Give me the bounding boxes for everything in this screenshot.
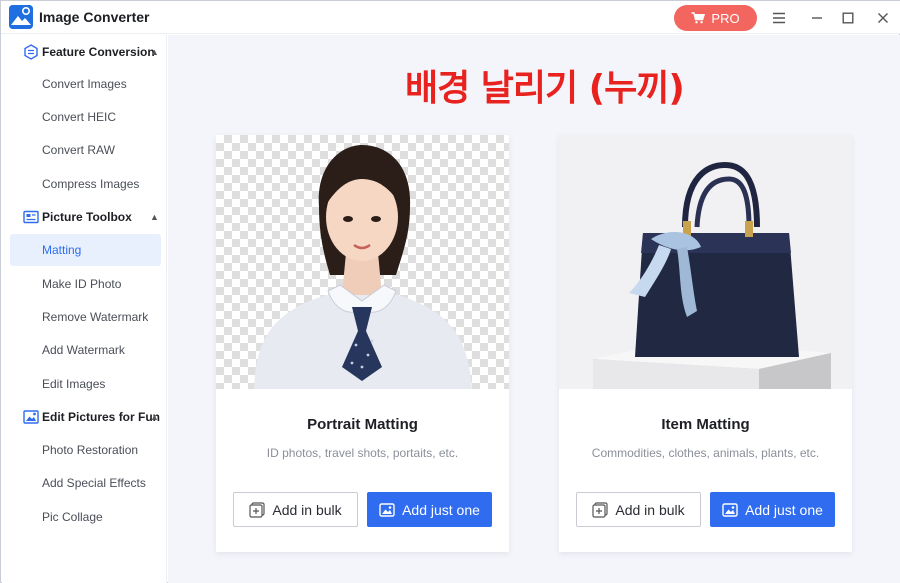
card-title: Portrait Matting [307,416,418,433]
nav-convert-heic[interactable]: Convert HEIC [10,101,161,133]
overlay-annotation-title: 배경 날리기 (누끼) [405,68,685,109]
nav-convert-raw[interactable]: Convert RAW [10,134,161,166]
item-preview-image [559,135,852,389]
add-just-one-label: Add just one [402,501,480,518]
card-subtitle: ID photos, travel shots, portaits, etc. [266,446,459,460]
card-title: Item Matting [661,416,750,433]
portrait-preview-image [216,135,509,389]
add-bulk-icon [249,501,265,518]
nav-edit-images[interactable]: Edit Images [10,368,161,400]
nav-photo-restoration[interactable]: Photo Restoration [10,434,161,466]
pro-label: PRO [711,10,740,26]
add-just-one-label: Add just one [745,501,823,518]
portrait-matting-card[interactable]: Portrait Matting ID photos, travel shots… [216,135,509,552]
image-icon [379,502,395,517]
title-bar: Image Converter PRO [1,1,900,34]
sidebar: Feature Conversion ▲ Convert Images Conv… [2,35,167,583]
nav-add-special-effects[interactable]: Add Special Effects [10,467,161,499]
section-edit-pictures-for-fun[interactable]: Edit Pictures for Fun ▲ [2,402,167,432]
minimize-button[interactable] [807,8,827,28]
chevron-up-icon: ▲ [150,47,159,57]
minimize-icon [812,17,822,19]
nav-make-id-photo[interactable]: Make ID Photo [10,268,161,300]
section-label: Edit Pictures for Fun [42,410,161,424]
nav-pic-collage[interactable]: Pic Collage [10,501,161,533]
pro-upgrade-button[interactable]: PRO [674,5,757,31]
nav-add-watermark[interactable]: Add Watermark [10,334,161,366]
section-picture-toolbox[interactable]: Picture Toolbox ▲ [2,202,167,232]
app-window: Image Converter PRO Feature Conversion ▲… [0,0,900,583]
add-just-one-button[interactable]: Add just one [367,492,492,527]
chevron-up-icon: ▲ [150,412,159,422]
item-matting-card[interactable]: Item Matting Commodities, clothes, anima… [559,135,852,552]
nav-compress-images[interactable]: Compress Images [10,168,161,200]
maximize-button[interactable] [838,8,858,28]
card-subtitle: Commodities, clothes, animals, plants, e… [591,446,820,460]
add-in-bulk-button[interactable]: Add in bulk [576,492,701,527]
hamburger-icon [773,12,785,24]
nav-matting[interactable]: Matting [10,234,161,266]
add-in-bulk-label: Add in bulk [272,501,342,518]
nav-convert-images[interactable]: Convert Images [10,68,161,100]
app-logo-icon [9,5,33,29]
close-icon [878,13,888,23]
handbag-illustration [559,135,852,389]
fun-edit-icon [23,410,39,424]
add-bulk-icon [592,501,608,518]
add-just-one-button[interactable]: Add just one [710,492,835,527]
main-content: Portrait Matting ID photos, travel shots… [168,35,900,583]
toolbox-icon [23,210,39,224]
add-in-bulk-button[interactable]: Add in bulk [233,492,358,527]
portrait-illustration [254,145,472,389]
image-icon [722,502,738,517]
app-title: Image Converter [39,9,150,25]
section-label: Picture Toolbox [42,210,132,224]
cart-icon [691,12,706,24]
add-in-bulk-label: Add in bulk [615,501,685,518]
close-button[interactable] [873,8,893,28]
nav-remove-watermark[interactable]: Remove Watermark [10,301,161,333]
menu-button[interactable] [769,8,789,28]
section-label: Feature Conversion [42,45,155,59]
section-feature-conversion[interactable]: Feature Conversion ▲ [2,37,167,67]
chevron-up-icon: ▲ [150,212,159,222]
conversion-icon [24,44,38,60]
maximize-icon [842,12,854,24]
